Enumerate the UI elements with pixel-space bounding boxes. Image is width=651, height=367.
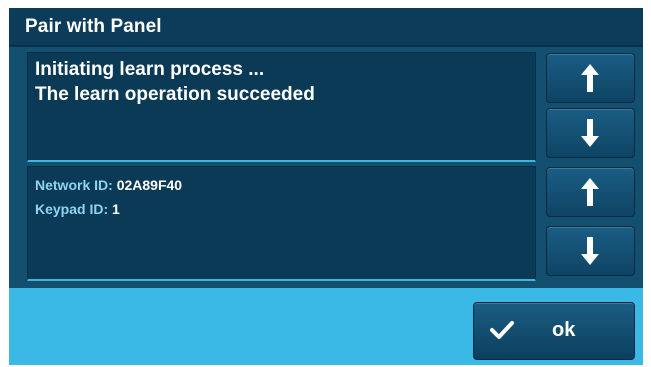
checkmark-icon	[490, 321, 514, 339]
keypad-id-value: 1	[112, 201, 120, 217]
title-bar: Pair with Panel	[9, 8, 643, 47]
info-scroll-down-button[interactable]	[546, 226, 635, 276]
ok-button[interactable]: ok	[473, 302, 635, 360]
pair-with-panel-screen: Pair with Panel Initiating learn process…	[9, 8, 643, 365]
arrow-down-icon	[581, 237, 599, 265]
device-info-box: Network ID: 02A89F40 Keypad ID: 1	[27, 166, 536, 281]
info-scroll-up-button[interactable]	[546, 167, 635, 217]
keypad-id-label: Keypad ID:	[35, 201, 109, 217]
message-scroll-down-button[interactable]	[546, 108, 635, 158]
keypad-id-row: Keypad ID: 1	[35, 201, 120, 217]
message-scroll-up-button[interactable]	[546, 53, 635, 103]
message-line: The learn operation succeeded	[35, 84, 315, 105]
arrow-up-icon	[581, 178, 599, 206]
arrow-down-icon	[581, 119, 599, 147]
ok-button-label: ok	[552, 319, 576, 341]
arrow-up-icon	[581, 64, 599, 92]
content-panel: Initiating learn process ... The learn o…	[9, 47, 643, 288]
network-id-row: Network ID: 02A89F40	[35, 177, 182, 193]
network-id-label: Network ID:	[35, 177, 113, 193]
network-id-value: 02A89F40	[116, 177, 183, 193]
screen-title: Pair with Panel	[25, 16, 162, 37]
message-log: Initiating learn process ... The learn o…	[27, 52, 536, 162]
message-line: Initiating learn process ...	[35, 59, 265, 80]
